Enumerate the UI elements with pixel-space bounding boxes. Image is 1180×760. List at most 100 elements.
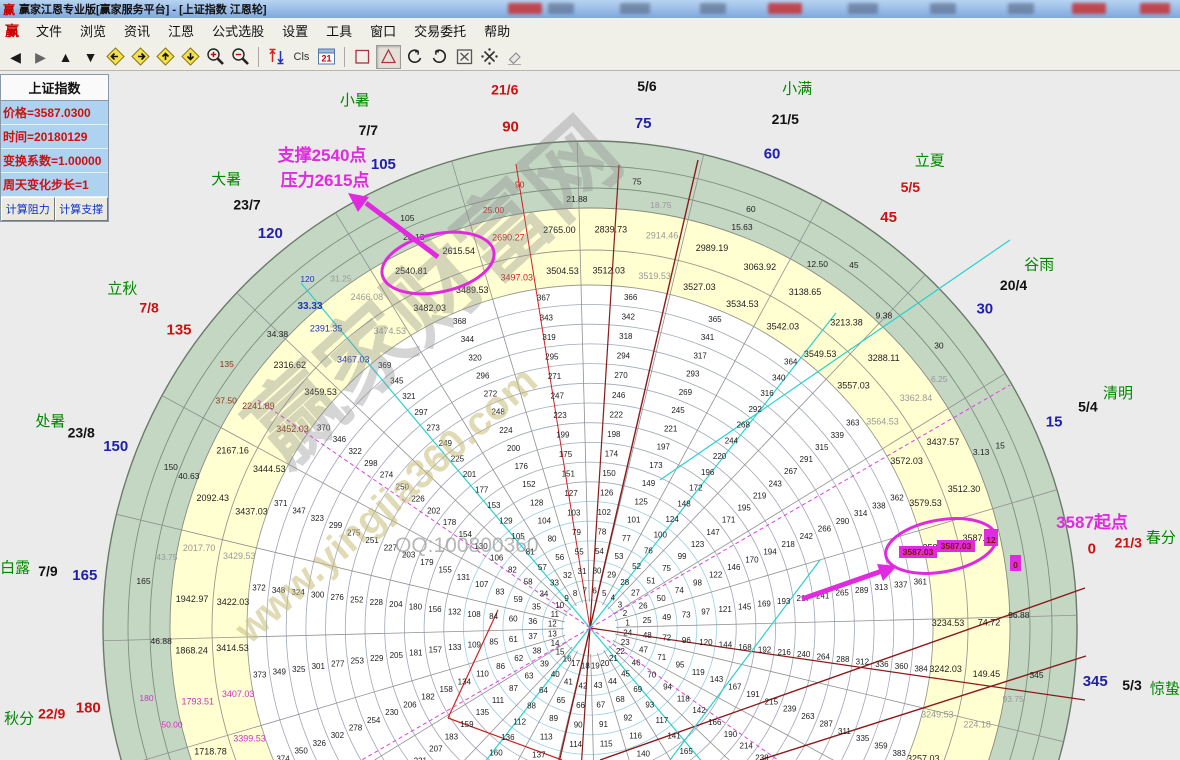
- grid-number: 145: [738, 602, 752, 611]
- grid-number: 314: [854, 509, 868, 518]
- grid-number: 110: [476, 670, 489, 679]
- grid-number: 374: [276, 754, 290, 760]
- grid-number: 151: [562, 469, 576, 478]
- shift-updown-icon[interactable]: [265, 46, 288, 68]
- grid-number: 67: [596, 701, 605, 710]
- grid-number: 89: [549, 714, 558, 723]
- rotate-cw-icon[interactable]: [428, 46, 451, 68]
- grid-number: 43: [594, 681, 603, 690]
- price-outer-label: 1942.97: [176, 594, 209, 604]
- price-inner-label: 3414.53: [216, 643, 249, 653]
- cls-icon[interactable]: Cls: [290, 46, 313, 68]
- nav-right-icon[interactable]: ▶: [29, 46, 52, 68]
- grid-number: 70: [647, 671, 656, 680]
- rotate-ccw-icon[interactable]: [403, 46, 426, 68]
- outer-degree-label: 105: [371, 156, 396, 173]
- grid-number: 197: [657, 443, 671, 452]
- grid-number: 92: [623, 713, 632, 722]
- nav-up-icon[interactable]: ▲: [54, 46, 77, 68]
- grid-number: 371: [274, 499, 288, 508]
- zoom-in-icon[interactable]: [204, 46, 227, 68]
- grid-number: 266: [818, 524, 832, 533]
- grid-number: 159: [460, 720, 474, 729]
- grid-number: 88: [527, 702, 536, 711]
- grid-number: 47: [639, 646, 648, 655]
- grid-number: 136: [501, 733, 515, 742]
- menu-item-9[interactable]: 帮助: [475, 19, 519, 42]
- grid-number: 17: [571, 659, 580, 668]
- highlight-box-text: 3587.03: [903, 547, 934, 557]
- grid-number: 263: [801, 712, 815, 721]
- grid-number: 323: [311, 514, 325, 523]
- diamond-down-icon[interactable]: [179, 46, 202, 68]
- gann-wheel-chart[interactable]: 1234567891011121314151617181920212223242…: [0, 0, 1180, 760]
- grid-number: 287: [819, 719, 833, 728]
- grid-number: 173: [649, 461, 663, 470]
- grid-number: 133: [448, 643, 462, 652]
- nav-down-icon[interactable]: ▼: [79, 46, 102, 68]
- grid-number: 152: [522, 480, 536, 489]
- price-outer-label: 3362.84: [900, 393, 933, 403]
- menu-item-4[interactable]: 公式选股: [203, 19, 273, 42]
- grid-number: 202: [427, 506, 441, 515]
- menu-item-7[interactable]: 窗口: [361, 19, 405, 42]
- grid-number: 264: [817, 653, 831, 662]
- menu-item-5[interactable]: 设置: [273, 19, 317, 42]
- inner-degree-label: 135: [220, 359, 234, 369]
- nav-left-icon[interactable]: ◀: [4, 46, 27, 68]
- toolbar-separator: [258, 47, 259, 67]
- diamond-up-icon[interactable]: [154, 46, 177, 68]
- menu-item-0[interactable]: 文件: [27, 19, 71, 42]
- price-inner-label: 3519.53: [638, 271, 671, 281]
- grid-number: 113: [540, 732, 553, 741]
- zoom-out-icon[interactable]: [229, 46, 252, 68]
- toolbar: ◀▶▲▼ Cls21: [0, 43, 1180, 71]
- grid-number: 178: [443, 518, 457, 527]
- date-label: 21/3: [1115, 535, 1142, 551]
- grid-number: 176: [515, 462, 529, 471]
- menu-item-6[interactable]: 工具: [317, 19, 361, 42]
- diamond-right-icon[interactable]: [129, 46, 152, 68]
- grid-number: 302: [331, 731, 345, 740]
- grid-number: 48: [643, 631, 652, 640]
- menu-item-8[interactable]: 交易委托: [405, 19, 475, 42]
- grid-number: 296: [476, 371, 490, 380]
- grid-number: 77: [622, 534, 631, 543]
- grid-number: 339: [831, 431, 845, 440]
- grid-number: 53: [615, 552, 624, 561]
- triangle-tool-icon[interactable]: [376, 45, 401, 69]
- window-titlebar[interactable]: 赢 赢家江恩专业版[赢家服务平台] - [上证指数 江恩轮]: [0, 0, 1180, 19]
- calc-resistance-button[interactable]: 计算阻力: [1, 197, 55, 221]
- grid-number: 61: [509, 635, 518, 644]
- date-label: 5/5: [901, 179, 921, 195]
- quote-row-2: 变换系数=1.00000: [1, 149, 108, 173]
- grid-number: 23: [621, 638, 630, 647]
- calendar-icon[interactable]: 21: [315, 46, 338, 68]
- price-outer-label: 2017.70: [183, 543, 216, 553]
- eraser-icon[interactable]: [503, 46, 526, 68]
- menu-item-3[interactable]: 江恩: [159, 19, 203, 42]
- cross-select-icon[interactable]: [478, 46, 501, 68]
- inner-degree-label: 345: [1029, 670, 1043, 680]
- diamond-left-icon[interactable]: [104, 46, 127, 68]
- grid-number: 79: [572, 528, 581, 537]
- grid-number: 290: [836, 517, 850, 526]
- grid-number: 128: [530, 498, 544, 507]
- date-label: 5/4: [1078, 398, 1098, 414]
- grid-number: 177: [475, 485, 489, 494]
- grid-number: 62: [514, 654, 523, 663]
- menu-item-2[interactable]: 资讯: [115, 19, 159, 42]
- grid-number: 45: [621, 669, 630, 678]
- calc-support-button[interactable]: 计算支撑: [55, 197, 109, 221]
- grid-number: 126: [600, 489, 614, 498]
- grid-number: 31: [578, 567, 587, 576]
- menu-item-1[interactable]: 浏览: [71, 19, 115, 42]
- grid-number: 34: [539, 589, 548, 598]
- box-x-icon[interactable]: [453, 46, 476, 68]
- price-outer-label: 74.72: [978, 617, 1001, 627]
- percent-label: 96.88: [1008, 610, 1030, 620]
- price-inner-label: 3527.03: [683, 282, 716, 292]
- square-tool-icon[interactable]: [351, 46, 374, 68]
- grid-number: 206: [403, 700, 417, 709]
- percent-label: 40.63: [178, 471, 200, 481]
